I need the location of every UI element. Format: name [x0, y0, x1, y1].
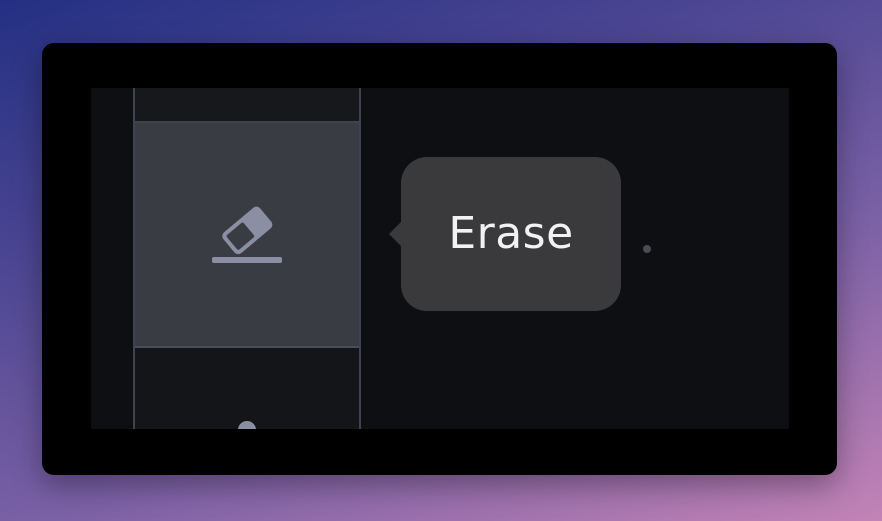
tool-icon [238, 421, 256, 429]
app-window: Erase [42, 43, 837, 475]
tooltip-label: Erase [448, 208, 574, 259]
tooltip-arrow [389, 222, 401, 246]
tool-palette [133, 88, 361, 429]
erase-tool-button[interactable] [135, 123, 359, 348]
cursor-dot [643, 245, 651, 253]
tool-button-above[interactable] [135, 88, 359, 123]
erase-tooltip: Erase [389, 157, 621, 311]
eraser-icon [210, 200, 284, 270]
tool-button-below[interactable] [135, 348, 359, 429]
canvas-viewport: Erase [91, 88, 789, 429]
